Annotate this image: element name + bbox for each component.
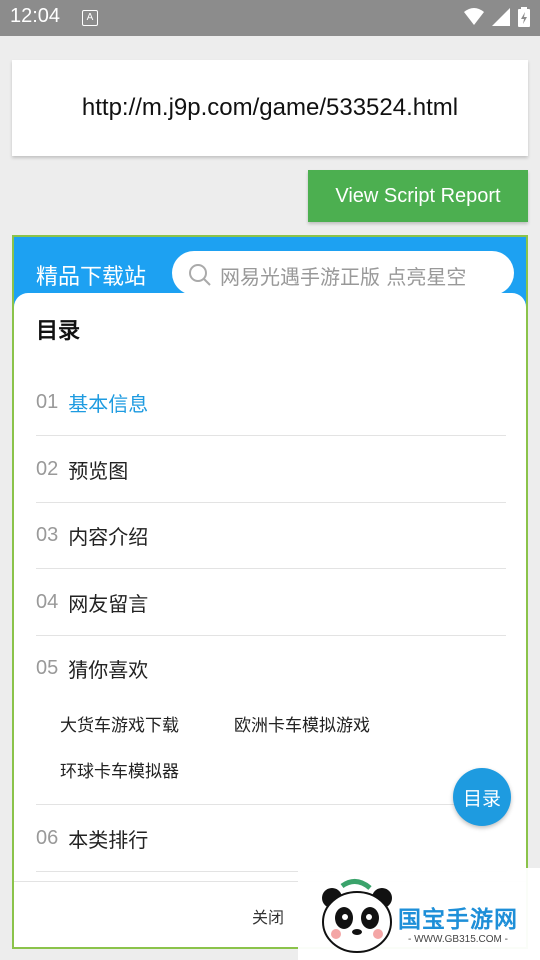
toc-label: 猜你喜欢	[68, 657, 149, 682]
directory-title: 目录	[36, 319, 81, 344]
watermark-brand: 国宝手游网	[398, 907, 518, 933]
toc-number: 03	[36, 523, 59, 546]
watermark-url: - WWW.GB315.COM -	[408, 934, 508, 945]
toc-number: 04	[36, 590, 59, 613]
close-button[interactable]: 关闭	[252, 904, 284, 928]
toc-number: 02	[36, 457, 59, 480]
toc-number: 01	[36, 390, 59, 413]
watermark: 国宝手游网 - WWW.GB315.COM -	[298, 868, 540, 960]
toc-label: 网友留言	[68, 591, 149, 616]
notification-icon: A	[82, 10, 98, 26]
directory-fab-button[interactable]: 目录	[453, 768, 511, 826]
wifi-icon	[464, 8, 484, 25]
search-icon	[189, 264, 211, 286]
toc-item-basic-info[interactable]: 01 基本信息	[36, 369, 506, 436]
site-logo[interactable]: 精品下载站	[36, 259, 146, 291]
toc-label: 基本信息	[68, 391, 149, 416]
toc-item-comments[interactable]: 04 网友留言	[36, 569, 506, 636]
toc-label: 内容介绍	[68, 524, 149, 549]
toc-item-recommendations[interactable]: 05 猜你喜欢	[36, 635, 506, 701]
directory-sheet: 目录 01 基本信息 02 预览图 03 内容介绍 04 网友留言 05 猜你喜…	[14, 293, 526, 947]
status-icons	[464, 7, 530, 27]
url-display[interactable]: http://m.j9p.com/game/533524.html	[12, 60, 528, 156]
site-search-box[interactable]: 网易光遇手游正版 点亮星空	[172, 251, 514, 295]
toc-label: 预览图	[68, 458, 129, 483]
related-link[interactable]: 欧洲卡车模拟游戏	[234, 711, 370, 736]
toc-item-ranking[interactable]: 06 本类排行	[36, 804, 506, 872]
view-script-report-button[interactable]: View Script Report	[308, 170, 528, 222]
battery-icon	[518, 7, 530, 27]
toc-item-introduction[interactable]: 03 内容介绍	[36, 502, 506, 569]
search-placeholder: 网易光遇手游正版 点亮星空	[220, 265, 467, 289]
webview: 精品下载站 网易光遇手游正版 点亮星空 目录 01 基本信息 02 预览图 03…	[12, 235, 528, 949]
toc-item-preview[interactable]: 02 预览图	[36, 436, 506, 503]
related-link[interactable]: 环球卡车模拟器	[60, 757, 179, 782]
toc-label: 本类排行	[68, 827, 149, 852]
toc-number: 06	[36, 826, 59, 849]
signal-icon	[492, 8, 510, 26]
status-bar: 12:04 A	[0, 0, 540, 36]
related-link[interactable]: 大货车游戏下载	[60, 711, 179, 736]
panda-logo-icon	[322, 879, 392, 953]
status-time: 12:04	[10, 5, 61, 27]
toc-number: 05	[36, 656, 59, 679]
